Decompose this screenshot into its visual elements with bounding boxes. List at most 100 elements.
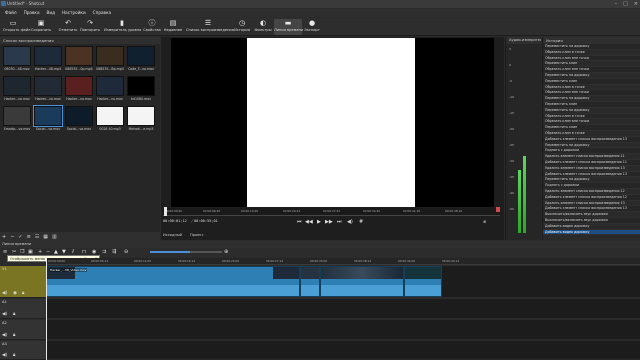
menu-file[interactable]: Файл	[5, 9, 17, 17]
player-playhead[interactable]	[164, 207, 167, 216]
track-header-a2[interactable]: A2 ◀) 🔒︎	[0, 320, 46, 340]
timeline-ruler[interactable]: 00:00:00;00 00:00:05;14 00:00:11;00 00:0…	[46, 258, 640, 265]
menu-settings[interactable]: Настройки	[62, 9, 86, 17]
undo-button[interactable]: ↶ Отменить	[58, 19, 78, 35]
rewind-icon[interactable]: ◀◀	[305, 219, 313, 225]
fast-forward-icon[interactable]: ▶▶	[325, 219, 333, 225]
total-duration: 00:00:55;01	[194, 219, 218, 223]
ruler-tick: 00:00:49;14	[442, 259, 460, 263]
track-header-v1[interactable]: V1 ◀) ◉ 🔒︎	[0, 266, 46, 298]
ruler-tick: 00:00:27;22	[323, 209, 341, 213]
minimize-icon[interactable]: –	[615, 0, 618, 8]
playlist-thumbnail[interactable]	[33, 105, 63, 127]
maximize-icon[interactable]: □	[623, 0, 628, 8]
mute-icon[interactable]: ◀)	[2, 353, 7, 358]
hide-icon[interactable]: ◉	[13, 291, 17, 296]
history-button[interactable]: ◷ История	[232, 19, 252, 35]
tab-project[interactable]: Проект	[190, 231, 204, 239]
remove-icon[interactable]: −	[10, 234, 14, 240]
tiles-view-icon[interactable]: ▦	[43, 234, 48, 240]
track-header-a1[interactable]: A1 ◀) 🔒︎	[0, 299, 46, 319]
redo-icon: ↷	[87, 19, 93, 27]
track-lane-v1[interactable]: Hacker_...3D_Video.mov	[46, 266, 640, 298]
zoom-in-icon[interactable]: ⊕	[224, 249, 228, 255]
title-bar: Untitled* - Shotcut – □ ×	[0, 0, 640, 8]
save-button[interactable]: ▣ Сохранить	[31, 19, 51, 35]
menu-help[interactable]: Справка	[93, 9, 111, 17]
playlist-thumbnail[interactable]	[3, 106, 31, 126]
db-label: -35	[509, 175, 514, 179]
properties-button[interactable]: ⓘ Свойства	[142, 19, 162, 35]
export-button[interactable]: ● Экспорт	[303, 19, 321, 35]
ripple-all-icon[interactable]: ⇶	[112, 249, 116, 255]
playlist-button[interactable]: ☰ Список воспроизведения	[186, 19, 234, 35]
mute-icon[interactable]: ◀)	[2, 333, 7, 338]
zoom-icon[interactable]: ⊕	[483, 219, 486, 224]
playlist-controls: + − ✓ ≡ ☷ ▦ ▥	[0, 232, 160, 241]
timeline-clip[interactable]	[404, 266, 442, 297]
playlist-thumbnail[interactable]	[34, 46, 62, 66]
playlist-thumbnail[interactable]	[3, 46, 31, 66]
history-item[interactable]: Добавить видео дорожку	[543, 229, 640, 236]
timeline-title: Линия времени	[0, 241, 640, 248]
icons-view-icon[interactable]: ▥	[52, 234, 57, 240]
lock-icon[interactable]: 🔒︎	[13, 332, 15, 338]
skip-next-icon[interactable]: ⏭	[337, 219, 342, 225]
menu-icon[interactable]: ≡	[27, 234, 31, 240]
ruler-tick: 00:00:38;14	[354, 259, 372, 263]
timeline-clip[interactable]: Hacker_...3D_Video.mov	[46, 266, 300, 297]
track-lane-a2[interactable]	[46, 320, 640, 340]
lock-icon[interactable]: 🔒︎	[22, 290, 24, 296]
playlist-thumbnail[interactable]	[96, 106, 124, 126]
db-label: 3	[509, 47, 511, 51]
grid-icon[interactable]: #	[359, 219, 363, 225]
ruler-tick: 00:00:33;00	[310, 259, 328, 263]
player-scrub-ruler[interactable]: 00:00:00;00 00:00:06;28 00:00:13;26 00:0…	[163, 208, 500, 216]
menu-edit[interactable]: Правка	[24, 9, 40, 17]
volume-icon[interactable]: ◀)	[347, 219, 353, 225]
ripple-icon[interactable]: ⇉	[102, 249, 106, 255]
playlist-thumbnail[interactable]	[127, 76, 155, 96]
menu-view[interactable]: Вид	[47, 9, 56, 17]
details-view-icon[interactable]: ☷	[35, 234, 39, 240]
play-icon[interactable]: ▶	[317, 219, 321, 225]
lock-icon[interactable]: 🔒︎	[13, 311, 15, 317]
tab-source[interactable]: Исходный	[163, 231, 182, 239]
add-icon[interactable]: +	[2, 234, 6, 240]
track-header-a3[interactable]: A3 ◀) 🔒︎	[0, 341, 46, 360]
timeline-playhead[interactable]	[46, 258, 47, 360]
skip-previous-icon[interactable]: ⏮	[297, 219, 302, 225]
playlist-title: Список воспроизведения	[0, 37, 160, 44]
track-lane-a3[interactable]	[46, 341, 640, 360]
playlist-thumbnail[interactable]	[3, 76, 31, 96]
playlist-thumbnail[interactable]	[65, 106, 93, 126]
playlist-thumbnail[interactable]	[96, 76, 124, 96]
zoom-out-icon[interactable]: ⊖	[124, 249, 128, 255]
playlist-thumbnail[interactable]	[34, 76, 62, 96]
redo-button[interactable]: ↷ Повторить	[80, 19, 100, 35]
out-point-marker[interactable]	[496, 207, 500, 212]
db-label: -25	[509, 143, 514, 147]
playlist-thumbnail[interactable]	[65, 46, 93, 66]
playlist-thumbnail[interactable]	[96, 46, 124, 66]
lock-icon[interactable]: 🔒︎	[13, 352, 15, 358]
playlist-thumbnail[interactable]	[65, 76, 93, 96]
close-icon[interactable]: ×	[634, 0, 638, 8]
level-meter-button[interactable]: ▮ Измеритель уровня	[104, 19, 141, 35]
track-lane-a1[interactable]	[46, 299, 640, 319]
filters-button[interactable]: ◐ Фильтры	[253, 19, 273, 35]
timeline-button[interactable]: ▬ Линия времени	[274, 19, 303, 35]
playlist-item-label: Hacker...vo.mov	[66, 97, 92, 101]
ruler-tick: 00:00:27;14	[266, 259, 284, 263]
open-file-button[interactable]: ▭ Открыть файл	[3, 19, 30, 35]
recent-button[interactable]: ▤ Недавнее	[163, 19, 183, 35]
properties-icon: ⓘ	[148, 19, 156, 27]
mute-icon[interactable]: ◀)	[2, 291, 7, 296]
playlist-thumbnail[interactable]	[127, 46, 155, 66]
update-icon[interactable]: ✓	[18, 234, 22, 240]
timeline-clip[interactable]	[320, 266, 404, 297]
timeline-clip[interactable]	[300, 266, 320, 297]
playlist-thumbnail[interactable]	[127, 106, 155, 126]
mute-icon[interactable]: ◀)	[2, 312, 7, 317]
current-timecode[interactable]: 00:00:01;12	[163, 219, 187, 223]
